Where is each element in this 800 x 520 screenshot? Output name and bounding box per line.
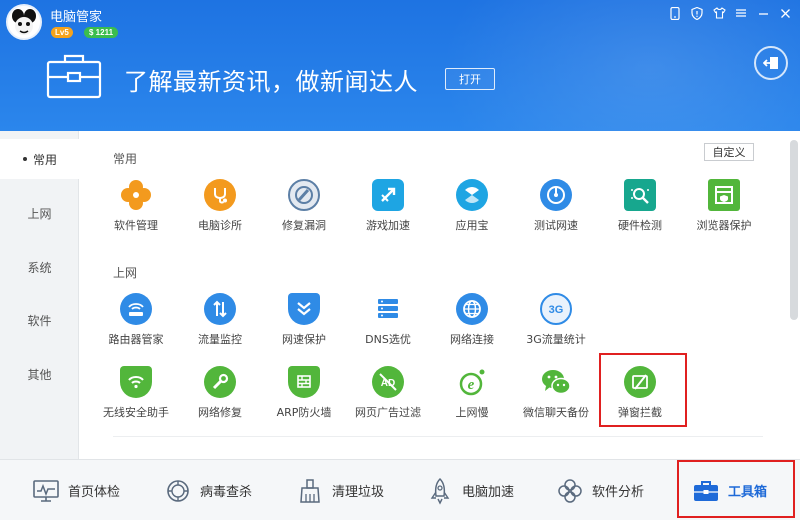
section-divider (113, 436, 763, 437)
speed-test-icon (540, 179, 572, 211)
virus-scan-icon (164, 477, 192, 505)
rocket-icon (426, 477, 454, 505)
customize-button[interactable]: 自定义 (704, 143, 754, 161)
sidebar-item-software[interactable]: 软件 (0, 300, 79, 340)
wechat-icon (540, 366, 572, 398)
tool-panel: 常用 自定义 软件管理 电脑诊所 修复漏洞 游戏加速 应用宝 测试网速 硬件检测… (80, 131, 788, 459)
tool-speed-test[interactable]: 测试网速 (514, 179, 598, 249)
user-avatar[interactable] (6, 4, 42, 40)
monitor-icon (32, 477, 60, 505)
speed-shield-icon (288, 293, 320, 325)
broom-icon (296, 477, 324, 505)
bottom-tab-software-analysis[interactable]: 软件分析 (556, 460, 644, 520)
app-title: 电脑管家 (50, 10, 103, 25)
dns-icon (372, 293, 404, 325)
category-sidebar: 常用 上网 系统 软件 其他 (0, 131, 80, 459)
slow-net-icon: e (456, 366, 488, 398)
tool-fix-vulnerabilities[interactable]: 修复漏洞 (262, 179, 346, 249)
bottom-tab-checkup[interactable]: 首页体检 (32, 460, 120, 520)
minimize-icon[interactable] (754, 4, 772, 22)
bottom-nav-bar: 首页体检 病毒查杀 清理垃圾 电脑加速 软件分析 工具箱 (0, 459, 800, 520)
menu-icon[interactable] (732, 4, 750, 22)
tool-3g-traffic[interactable]: 3G 3G流量统计 (514, 293, 598, 363)
tool-software-manager[interactable]: 软件管理 (94, 179, 178, 249)
globe-icon (456, 293, 488, 325)
toolbox-tab-highlight (677, 460, 795, 518)
exit-icon[interactable] (754, 46, 788, 80)
router-icon (120, 293, 152, 325)
shield-icon[interactable] (688, 4, 706, 22)
tool-network-connection[interactable]: 网络连接 (430, 293, 514, 363)
section-title-common: 常用 (113, 152, 138, 166)
open-button[interactable]: 打开 (445, 68, 495, 90)
header-banner: 电脑管家 Lv5 $ 1211 了解最新资讯，做新闻达人 打开 (0, 0, 800, 131)
browser-shield-icon (708, 179, 740, 211)
firewall-icon (288, 366, 320, 398)
tool-router-manager[interactable]: 路由器管家 (94, 293, 178, 363)
tool-wechat-backup[interactable]: 微信聊天备份 (514, 366, 598, 436)
tool-slow-internet[interactable]: e 上网慢 (430, 366, 514, 436)
ad-filter-icon: AD (372, 366, 404, 398)
coins-badge[interactable]: $ 1211 (84, 27, 119, 38)
sidebar-item-system[interactable]: 系统 (0, 247, 79, 287)
tool-traffic-monitor[interactable]: 流量监控 (178, 293, 262, 363)
svg-text:e: e (468, 377, 475, 393)
traffic-icon (204, 293, 236, 325)
3g-icon: 3G (540, 293, 572, 325)
wifi-shield-icon (120, 366, 152, 398)
tool-network-repair[interactable]: 网络修复 (178, 366, 262, 436)
tool-wifi-security[interactable]: 无线安全助手 (94, 366, 178, 436)
tool-dns-optimize[interactable]: DNS选优 (346, 293, 430, 363)
game-icon (372, 179, 404, 211)
tool-game-boost[interactable]: 游戏加速 (346, 179, 430, 249)
tool-pc-clinic[interactable]: 电脑诊所 (178, 179, 262, 249)
bottom-tab-clean[interactable]: 清理垃圾 (296, 460, 384, 520)
sidebar-item-common[interactable]: 常用 (0, 139, 80, 179)
sidebar-item-internet[interactable]: 上网 (0, 193, 79, 233)
bottom-tab-speedup[interactable]: 电脑加速 (426, 460, 514, 520)
stethoscope-icon (204, 179, 236, 211)
phone-icon[interactable] (666, 4, 684, 22)
app-store-icon (456, 179, 488, 211)
toolbox-banner-icon (46, 52, 102, 100)
bottom-tab-virus-scan[interactable]: 病毒查杀 (164, 460, 252, 520)
banner-headline: 了解最新资讯，做新闻达人 (124, 68, 418, 96)
sidebar-item-other[interactable]: 其他 (0, 354, 79, 394)
wrench-icon (204, 366, 236, 398)
clover-outline-icon (556, 477, 584, 505)
tool-arp-firewall[interactable]: ARP防火墙 (262, 366, 346, 436)
repair-icon (288, 179, 320, 211)
hardware-icon (624, 179, 656, 211)
popup-block-highlight (599, 353, 687, 427)
close-icon[interactable] (776, 4, 794, 22)
window-controls (666, 4, 794, 22)
level-badge[interactable]: Lv5 (51, 27, 73, 38)
tool-browser-protection[interactable]: 浏览器保护 (682, 179, 766, 249)
clover-icon (120, 179, 152, 211)
section-title-internet: 上网 (113, 266, 138, 280)
content-scrollbar[interactable] (790, 140, 798, 320)
tool-app-store[interactable]: 应用宝 (430, 179, 514, 249)
skin-icon[interactable] (710, 4, 728, 22)
tool-speed-protection[interactable]: 网速保护 (262, 293, 346, 363)
tool-hardware-check[interactable]: 硬件检测 (598, 179, 682, 249)
tool-ad-filter[interactable]: AD 网页广告过滤 (346, 366, 430, 436)
svg-text:3G: 3G (549, 304, 564, 316)
